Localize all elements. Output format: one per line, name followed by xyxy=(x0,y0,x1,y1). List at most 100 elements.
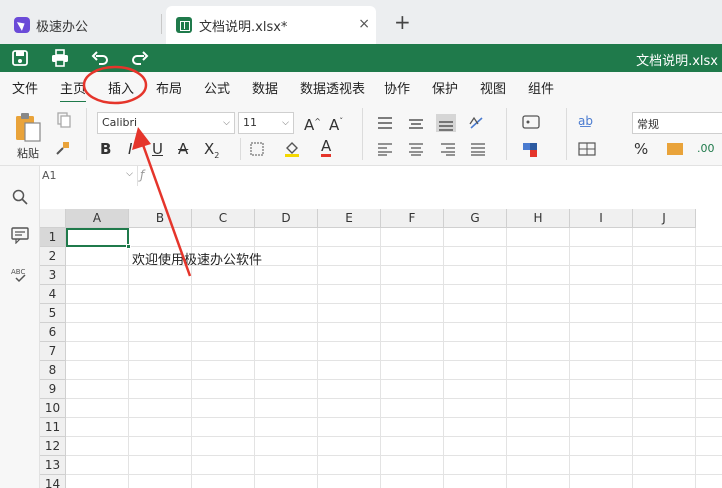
wrap-text-icon[interactable] xyxy=(522,115,540,129)
tab-divider xyxy=(161,14,162,34)
align-right-icon[interactable] xyxy=(440,142,456,156)
spellcheck-icon[interactable]: a͟b xyxy=(578,112,593,130)
spreadsheet-icon xyxy=(176,17,192,33)
font-size-select[interactable]: 11 ⌵ xyxy=(238,112,294,134)
app-logo-icon xyxy=(14,17,30,33)
tab-document[interactable]: 文档说明.xlsx* × xyxy=(166,6,376,44)
column-header-j[interactable]: J xyxy=(633,209,696,228)
subscript-icon[interactable]: X2 xyxy=(204,140,219,165)
tab-home[interactable]: 极速办公 xyxy=(0,6,162,44)
menu-view[interactable]: 视图 xyxy=(480,78,506,97)
fill-handle[interactable] xyxy=(126,244,131,249)
menu-formula[interactable]: 公式 xyxy=(204,78,230,97)
format-painter-icon[interactable] xyxy=(55,140,71,156)
spellcheck-sidebar-icon[interactable]: ABC xyxy=(11,266,29,284)
bold-icon[interactable]: B xyxy=(100,140,111,158)
currency-format-icon[interactable] xyxy=(666,142,684,156)
number-format-select[interactable]: 常规 xyxy=(632,112,722,134)
column-header-d[interactable]: D xyxy=(255,209,318,228)
row-header-5[interactable]: 5 xyxy=(40,304,66,323)
menu-insert[interactable]: 插入 xyxy=(108,78,134,97)
align-left-icon[interactable] xyxy=(377,142,393,156)
row-header-1[interactable]: 1 xyxy=(40,228,66,247)
insert-cells-icon[interactable] xyxy=(578,142,596,156)
name-box[interactable]: A1 ⌵ xyxy=(40,166,138,186)
borders-icon[interactable] xyxy=(250,142,264,156)
active-cell[interactable] xyxy=(66,228,129,247)
ribbon-divider xyxy=(86,108,87,160)
menu-components[interactable]: 组件 xyxy=(528,78,554,97)
italic-icon[interactable]: I xyxy=(128,140,132,158)
column-header-i[interactable]: I xyxy=(570,209,633,228)
font-color-icon[interactable]: A xyxy=(321,139,332,157)
column-header-a[interactable]: A xyxy=(66,209,129,228)
row-header-3[interactable]: 3 xyxy=(40,266,66,285)
search-icon[interactable] xyxy=(11,188,29,206)
tab-bar: 极速办公 文档说明.xlsx* × + xyxy=(0,0,722,44)
align-bottom-icon[interactable] xyxy=(436,114,456,132)
align-middle-icon[interactable] xyxy=(408,116,424,130)
menu-file[interactable]: 文件 xyxy=(12,78,38,97)
undo-icon[interactable] xyxy=(91,49,109,67)
row-header-7[interactable]: 7 xyxy=(40,342,66,361)
column-header-c[interactable]: C xyxy=(192,209,255,228)
justify-icon[interactable] xyxy=(470,142,486,156)
add-tab-icon[interactable]: + xyxy=(394,12,411,32)
quick-access-toolbar: 文档说明.xlsx xyxy=(0,44,722,72)
row-header-13[interactable]: 13 xyxy=(40,456,66,475)
ribbon: 粘贴 Calibri ⌵ 11 ⌵ A^ Aˇ B I U A X2 A a͟b… xyxy=(0,102,722,166)
column-header-e[interactable]: E xyxy=(318,209,381,228)
font-name-select[interactable]: Calibri ⌵ xyxy=(97,112,235,134)
percent-icon[interactable]: % xyxy=(634,140,648,158)
row-header-10[interactable]: 10 xyxy=(40,399,66,418)
row-header-6[interactable]: 6 xyxy=(40,323,66,342)
column-header-f[interactable]: F xyxy=(381,209,444,228)
fill-color-icon[interactable] xyxy=(284,140,300,158)
paste-label: 粘贴 xyxy=(17,147,39,160)
row-header-11[interactable]: 11 xyxy=(40,418,66,437)
ribbon-divider xyxy=(506,108,507,160)
column-header-g[interactable]: G xyxy=(444,209,507,228)
menu-protect[interactable]: 保护 xyxy=(432,78,458,97)
row-header-9[interactable]: 9 xyxy=(40,380,66,399)
increase-font-icon[interactable]: A^ xyxy=(304,113,321,134)
ribbon-divider xyxy=(240,138,241,160)
save-icon[interactable] xyxy=(11,49,29,67)
menu-data[interactable]: 数据 xyxy=(252,78,278,97)
decimal-increase-icon[interactable]: .00 xyxy=(697,140,715,158)
row-header-4[interactable]: 4 xyxy=(40,285,66,304)
chevron-down-icon: ⌵ xyxy=(282,118,289,128)
row-header-2[interactable]: 2 xyxy=(40,247,66,266)
menu-pivot-table[interactable]: 数据透视表 xyxy=(300,78,365,97)
menu-bar: 文件 主页 插入 布局 公式 数据 数据透视表 协作 保护 视图 组件 xyxy=(0,72,722,103)
print-icon[interactable] xyxy=(51,49,69,67)
menu-collaborate[interactable]: 协作 xyxy=(384,78,410,97)
cell-b2[interactable]: 欢迎使用极速办公软件 xyxy=(132,249,262,268)
svg-text:ABC: ABC xyxy=(11,268,25,276)
decrease-font-icon[interactable]: Aˇ xyxy=(329,113,343,134)
row-header-12[interactable]: 12 xyxy=(40,437,66,456)
left-sidebar: ABC xyxy=(0,166,40,488)
column-header-b[interactable]: B xyxy=(129,209,192,228)
menu-home[interactable]: 主页 xyxy=(60,78,87,103)
underline-icon[interactable]: U xyxy=(152,140,163,158)
align-top-icon[interactable] xyxy=(377,116,393,130)
align-center-icon[interactable] xyxy=(408,142,424,156)
paste-icon[interactable] xyxy=(15,112,41,142)
column-header-h[interactable]: H xyxy=(507,209,570,228)
menu-layout[interactable]: 布局 xyxy=(156,78,182,97)
font-name-value: Calibri xyxy=(102,116,138,129)
row-header-8[interactable]: 8 xyxy=(40,361,66,380)
cell-style-icon[interactable] xyxy=(522,142,538,158)
copy-icon[interactable] xyxy=(56,112,72,128)
select-all-corner[interactable] xyxy=(40,209,66,228)
text-orientation-icon[interactable] xyxy=(468,114,486,132)
redo-icon[interactable] xyxy=(131,49,149,67)
close-icon[interactable]: × xyxy=(358,16,370,32)
strikethrough-icon[interactable]: A xyxy=(178,140,188,158)
chevron-down-icon: ⌵ xyxy=(126,169,133,179)
comment-icon[interactable] xyxy=(11,226,29,244)
document-title: 文档说明.xlsx xyxy=(636,54,718,69)
row-header-14[interactable]: 14 xyxy=(40,475,66,488)
function-icon[interactable]: ƒ xyxy=(140,168,144,182)
